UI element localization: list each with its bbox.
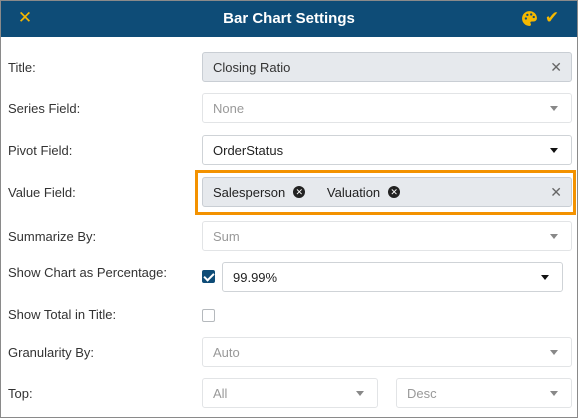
chevron-down-icon [356, 391, 364, 396]
summarize-by-value: Sum [213, 228, 240, 244]
show-percentage-label: Show Chart as Percentage: [8, 265, 167, 280]
chevron-down-icon [550, 148, 558, 153]
chevron-down-icon [550, 391, 558, 396]
chevron-down-icon [541, 275, 549, 280]
top-label: Top: [8, 386, 33, 401]
value-field-label: Value Field: [8, 185, 76, 200]
pivot-field-dropdown[interactable]: OrderStatus [202, 135, 572, 165]
chevron-down-icon [550, 350, 558, 355]
remove-tag-icon[interactable]: ✕ [293, 186, 306, 198]
value-field-multiselect[interactable]: Salesperson ✕ Valuation ✕ ✕ [202, 177, 572, 207]
title-value: Closing Ratio [213, 59, 291, 75]
clear-value-field-icon[interactable]: ✕ [550, 184, 562, 201]
remove-tag-icon[interactable]: ✕ [388, 186, 401, 198]
tag-label: Salesperson [213, 184, 286, 200]
pivot-field-label: Pivot Field: [8, 143, 73, 158]
top-count-dropdown[interactable]: All [202, 378, 378, 408]
show-total-checkbox[interactable] [202, 309, 215, 322]
title-label: Title: [8, 60, 36, 75]
series-field-label: Series Field: [8, 101, 81, 116]
top-order-value: Desc [407, 385, 437, 401]
value-tag-salesperson: Salesperson ✕ [213, 184, 306, 200]
series-field-value: None [213, 100, 245, 116]
pivot-field-value: OrderStatus [213, 142, 284, 158]
percentage-format-value: 99.99% [233, 269, 278, 285]
value-tag-valuation: Valuation ✕ [326, 184, 401, 200]
clear-title-icon[interactable]: ✕ [550, 59, 562, 76]
title-input[interactable]: Closing Ratio ✕ [202, 52, 572, 82]
granularity-dropdown[interactable]: Auto [202, 337, 572, 367]
bar-chart-settings-dialog: ✕ Bar Chart Settings ✔ Title: Closing Ra… [0, 0, 578, 418]
series-field-dropdown[interactable]: None [202, 93, 572, 123]
granularity-label: Granularity By: [8, 345, 94, 360]
dialog-header: ✕ Bar Chart Settings ✔ [1, 1, 577, 37]
chevron-down-icon [550, 106, 558, 111]
show-percentage-checkbox[interactable] [202, 270, 215, 283]
summarize-by-label: Summarize By: [8, 229, 97, 244]
granularity-value: Auto [213, 344, 240, 360]
tag-label: Valuation [326, 184, 381, 200]
dialog-title: Bar Chart Settings [223, 10, 355, 27]
summarize-by-dropdown[interactable]: Sum [202, 221, 572, 251]
palette-icon[interactable] [518, 7, 540, 29]
value-field-tags: Salesperson ✕ Valuation ✕ [213, 185, 571, 200]
top-order-dropdown[interactable]: Desc [396, 378, 572, 408]
chevron-down-icon [550, 234, 558, 239]
percentage-format-dropdown[interactable]: 99.99% [222, 262, 563, 292]
show-total-label: Show Total in Title: [8, 307, 117, 322]
confirm-check-icon[interactable]: ✔ [541, 7, 563, 29]
top-count-value: All [213, 385, 228, 401]
